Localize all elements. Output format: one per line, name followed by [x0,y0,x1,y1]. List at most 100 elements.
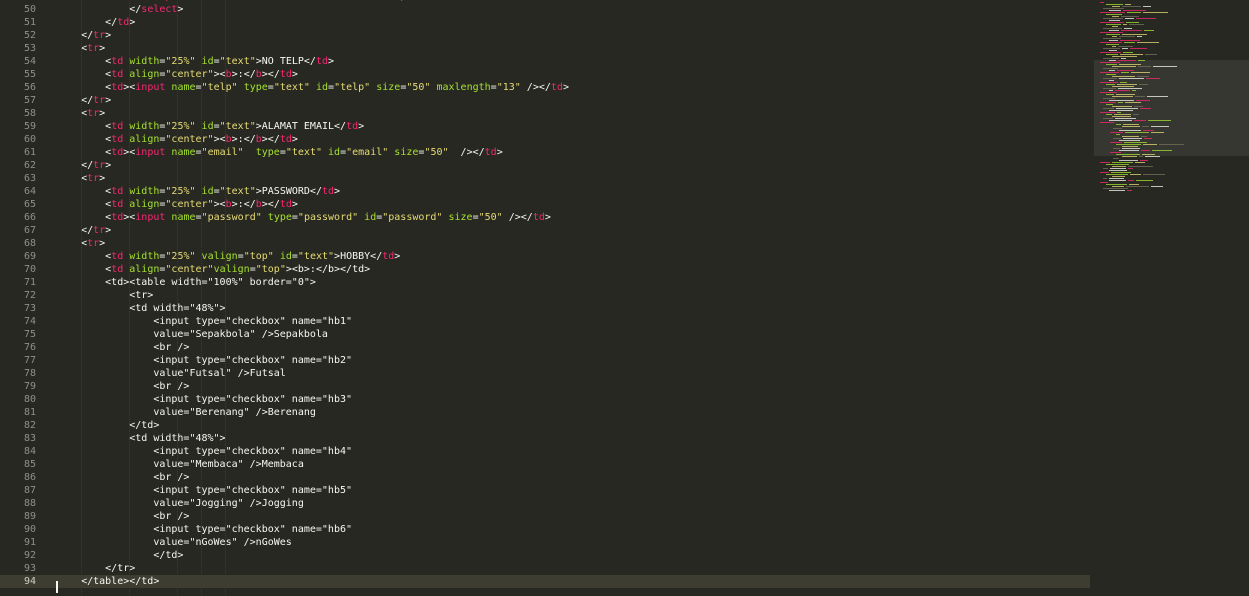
code-area[interactable]: 49 <option value="Jawa Timur"> Jawa Timu… [0,0,1090,596]
minimap-line [1121,30,1142,31]
code-line[interactable]: 72 <tr> [0,289,1090,302]
code-line[interactable]: 94 </table></td> [0,575,1090,588]
code-line[interactable]: 84 <input type="checkbox" name="hb4" [0,445,1090,458]
minimap-line [1152,150,1172,151]
code-line[interactable]: 58 <tr> [0,107,1090,120]
minimap-line [1136,100,1150,101]
line-number: 79 [23,381,36,392]
code-line[interactable]: 92 </td> [0,549,1090,562]
line-number: 85 [23,459,36,470]
code-line[interactable]: 83 <td width="48%"> [0,432,1090,445]
line-number: 70 [23,264,36,275]
minimap-line [1118,46,1133,47]
indent-guide [129,0,130,596]
code-line[interactable]: 71 <td><table width="100%" border="0"> [0,276,1090,289]
minimap-line [1103,118,1113,119]
minimap-line [1112,176,1125,177]
line-number: 55 [23,69,36,80]
code-text: <td><table width="100%" border="0"> [57,277,316,288]
code-line[interactable]: 78 value"Futsal" />Futsal [0,367,1090,380]
code-line[interactable]: 64 <td width="25%" id="text">PASSWORD</t… [0,185,1090,198]
minimap-line [1116,94,1135,95]
code-line[interactable]: 63 <tr> [0,172,1090,185]
minimap-line [1148,120,1171,121]
code-text: </tr> [57,225,112,236]
code-editor[interactable]: 49 <option value="Jawa Timur"> Jawa Timu… [0,0,1249,596]
line-number: 93 [23,563,36,574]
minimap-line [1112,116,1131,117]
code-line[interactable]: 74 <input type="checkbox" name="hb1" [0,315,1090,328]
minimap-line [1100,52,1121,53]
line-number: 73 [23,303,36,314]
minimap-line [1100,82,1118,83]
line-number: 54 [23,56,36,67]
minimap-line [1109,70,1115,71]
minimap-line [1117,70,1134,71]
code-line[interactable]: 88 value="Jogging" />Jogging [0,497,1090,510]
code-line[interactable]: 69 <td width="25%" valign="top" id="text… [0,250,1090,263]
minimap-line [1106,174,1128,175]
code-text: </td> [57,17,136,28]
code-line[interactable]: 59 <td width="25%" id="text">ALAMAT EMAI… [0,120,1090,133]
minimap-line [1131,72,1150,73]
code-text: value="Jogging" />Jogging [57,498,304,509]
code-line[interactable]: 82 </td> [0,419,1090,432]
line-number: 68 [23,238,36,249]
code-line[interactable]: 67 </tr> [0,224,1090,237]
code-line[interactable]: 68 <tr> [0,237,1090,250]
minimap-line [1115,118,1136,119]
minimap-line [1100,32,1123,33]
minimap-line [1142,154,1155,155]
code-line[interactable]: 66 <td><input name="password" type="pass… [0,211,1090,224]
minimap-line [1110,168,1126,169]
minimap-line [1106,4,1123,5]
code-line[interactable]: 80 <input type="checkbox" name="hb3" [0,393,1090,406]
minimap-line [1103,28,1122,29]
minimap-line [1127,12,1141,13]
code-text: value="Berenang" />Berenang [57,407,316,418]
code-line[interactable]: 75 value="Sepakbola" />Sepakbola [0,328,1090,341]
code-line[interactable]: 56 <td><input name="telp" type="text" id… [0,81,1090,94]
code-line[interactable]: 57 </tr> [0,94,1090,107]
code-line[interactable]: 50 </select> [0,3,1090,16]
code-text: </tr> [57,563,136,574]
code-line[interactable]: 73 <td width="48%"> [0,302,1090,315]
code-line[interactable]: 52 </tr> [0,29,1090,42]
code-line[interactable]: 87 <input type="checkbox" name="hb5" [0,484,1090,497]
minimap-line [1125,102,1141,103]
code-line[interactable]: 76 <br /> [0,341,1090,354]
code-line[interactable]: 81 value="Berenang" />Berenang [0,406,1090,419]
code-text: <input type="checkbox" name="hb5" [57,485,353,496]
minimap-line [1103,188,1128,189]
code-line[interactable]: 79 <br /> [0,380,1090,393]
code-line[interactable]: 60 <td align="center"><b>:</b></td> [0,133,1090,146]
code-line[interactable]: 65 <td align="center"><b>:</b></td> [0,198,1090,211]
code-line[interactable]: 55 <td align="center"><b>:</b></td> [0,68,1090,81]
line-number: 57 [23,95,36,106]
indent-guide [177,0,178,596]
minimap-line [1139,156,1143,157]
code-line[interactable]: 91 value="nGoWes" />nGoWes [0,536,1090,549]
minimap-line [1100,72,1119,73]
line-number: 61 [23,147,36,158]
minimap[interactable] [1094,0,1249,596]
minimap-line [1118,60,1136,61]
minimap-line [1140,160,1148,161]
code-line[interactable]: 77 <input type="checkbox" name="hb2" [0,354,1090,367]
minimap-line [1109,110,1133,111]
minimap-line [1134,106,1143,107]
code-line[interactable]: 53 <tr> [0,42,1090,55]
code-line[interactable]: 86 <br /> [0,471,1090,484]
code-line[interactable]: 90 <input type="checkbox" name="hb6" [0,523,1090,536]
code-line[interactable]: 85 value="Membaca" />Membaca [0,458,1090,471]
code-line[interactable]: 61 <td><input name="email" type="text" i… [0,146,1090,159]
minimap-line [1109,60,1116,61]
code-line[interactable]: 89 <br /> [0,510,1090,523]
code-line[interactable]: 51 </td> [0,16,1090,29]
code-line[interactable]: 62 </tr> [0,159,1090,172]
minimap-line [1122,126,1140,127]
code-line[interactable]: 93 </tr> [0,562,1090,575]
code-line[interactable]: 70 <td align="center"valign="top"><b>:</… [0,263,1090,276]
code-text: value"Futsal" />Futsal [57,368,286,379]
code-line[interactable]: 54 <td width="25%" id="text">NO TELP</td… [0,55,1090,68]
